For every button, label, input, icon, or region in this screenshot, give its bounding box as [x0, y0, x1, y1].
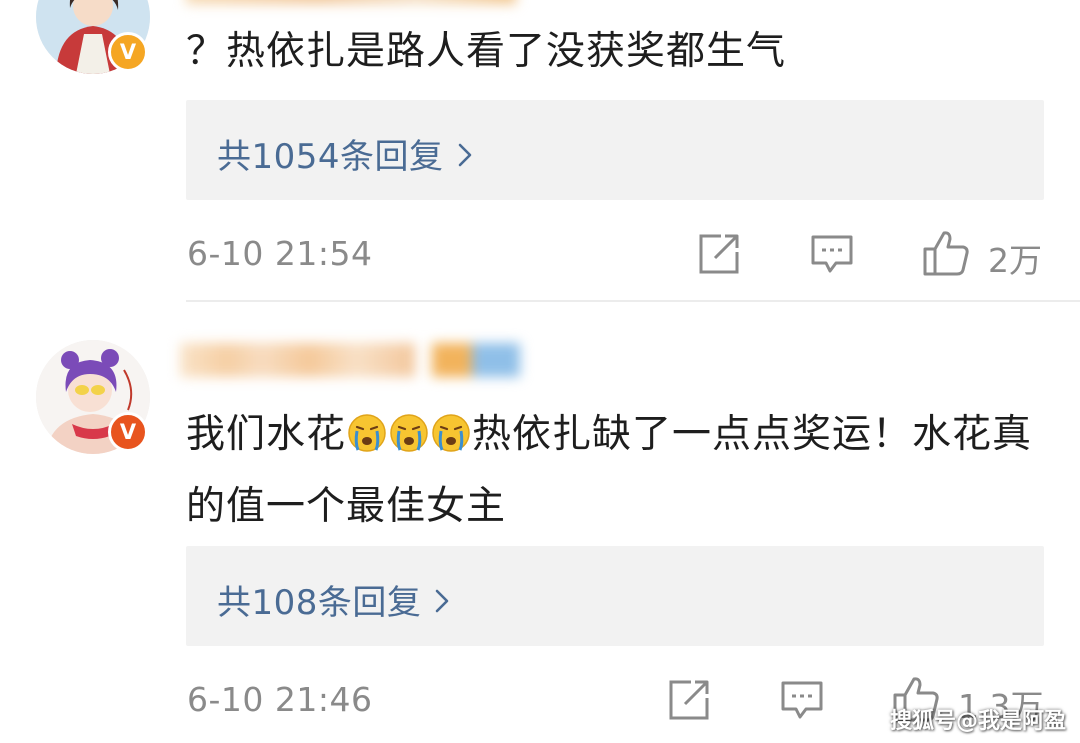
share-icon: [699, 234, 739, 274]
username-blurred[interactable]: [180, 335, 540, 385]
like-icon: [923, 231, 969, 276]
reply-box[interactable]: 共108条回复: [186, 546, 1044, 646]
share-button[interactable]: [697, 232, 741, 280]
share-button[interactable]: [667, 678, 711, 726]
username-blurred[interactable]: [186, 0, 526, 6]
like-count: 2万: [988, 241, 1042, 280]
crying-face-icon: [389, 408, 429, 474]
view-replies-link[interactable]: 共1054条回复: [217, 129, 472, 178]
reply-summary-label: 共1054条回复: [217, 137, 444, 177]
comment-text-part1: 我们水花: [186, 412, 347, 457]
comment-timestamp: 6-10 21:46: [187, 680, 373, 719]
chevron-right-icon: [435, 582, 449, 622]
comment-timestamp: 6-10 21:54: [187, 234, 373, 273]
view-replies-link[interactable]: 共108条回复: [217, 575, 449, 624]
verified-badge-icon: V: [108, 32, 148, 72]
share-icon: [669, 680, 709, 720]
chevron-right-icon: [458, 136, 472, 176]
crying-face-icon: [431, 408, 471, 474]
comment-button[interactable]: [780, 680, 824, 724]
comment-icon: [811, 235, 853, 273]
comment-button[interactable]: [810, 234, 854, 278]
comment-text: ？热依扎是路人看了没获奖都生气: [186, 29, 787, 74]
verified-badge-icon: V: [108, 412, 148, 452]
reply-box[interactable]: 共1054条回复: [186, 100, 1044, 200]
crying-face-icon: [347, 408, 387, 474]
watermark: 搜狐号@我是阿盈: [889, 709, 1066, 734]
comment-icon: [781, 681, 823, 719]
comment-text: 我们水花 热依扎缺了一点点奖运！水花真的值一个最佳女主: [186, 402, 1066, 540]
reply-summary-label: 共108条回复: [217, 583, 422, 623]
divider: [186, 300, 1080, 302]
like-button[interactable]: [922, 229, 970, 281]
